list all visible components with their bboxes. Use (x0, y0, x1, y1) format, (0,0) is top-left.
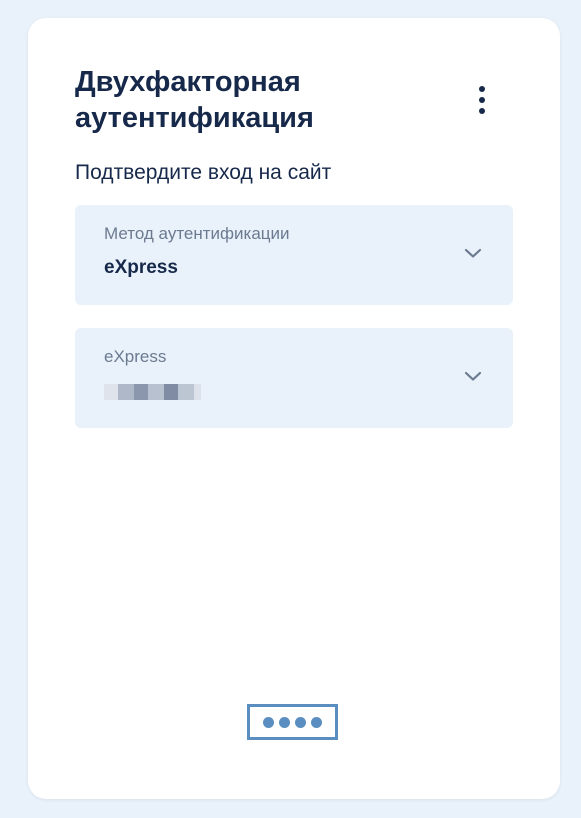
masked-account-value (104, 384, 201, 400)
more-vertical-icon (479, 86, 485, 92)
auth-method-value: eXpress (104, 257, 178, 278)
dot (295, 716, 306, 728)
chevron-down-icon (464, 371, 482, 381)
chevron-down-icon (464, 248, 482, 258)
auth-method-select[interactable]: Метод аутентификации eXpress (75, 205, 513, 305)
dot (263, 716, 274, 728)
password-dots-icon (247, 704, 338, 740)
auth-card: Двухфакторная аутентификация Подтвердите… (28, 18, 560, 799)
express-account-select[interactable]: eXpress (75, 328, 513, 428)
auth-method-label: Метод аутентификации (104, 224, 290, 243)
page-title: Двухфакторная аутентификация (75, 66, 314, 134)
more-vertical-icon-dot (479, 108, 485, 114)
express-account-label: eXpress (104, 347, 167, 366)
more-menu-button[interactable] (464, 82, 500, 118)
dot (311, 716, 322, 728)
page-subtitle: Подтвердите вход на сайт (75, 161, 332, 184)
dot (279, 716, 290, 728)
more-vertical-icon-dot (479, 97, 485, 103)
